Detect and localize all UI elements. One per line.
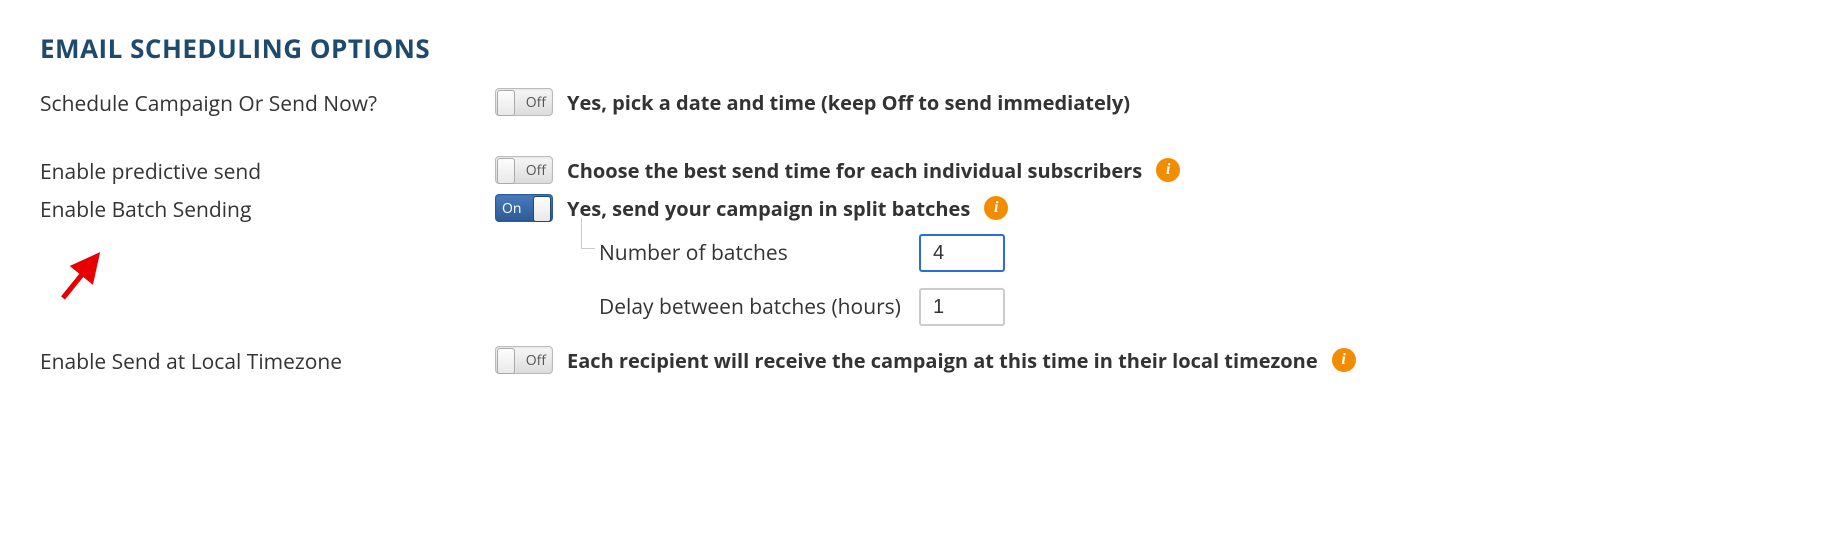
desc-predictive: Choose the best send time for each indiv… (567, 157, 1142, 184)
label-num-batches: Number of batches (599, 239, 919, 267)
row-schedule: Schedule Campaign Or Send Now? Off Yes, … (40, 88, 1784, 118)
info-icon[interactable]: i (1156, 158, 1180, 182)
input-delay[interactable] (919, 288, 1005, 326)
desc-timezone: Each recipient will receive the campaign… (567, 347, 1318, 374)
row-batch: Enable Batch Sending On Yes, send your c… (40, 194, 1784, 224)
info-icon[interactable]: i (1332, 348, 1356, 372)
annotation-arrow-icon (55, 246, 115, 306)
row-predictive: Enable predictive send Off Choose the be… (40, 156, 1784, 186)
input-num-batches[interactable] (919, 234, 1005, 272)
toggle-schedule[interactable]: Off (495, 88, 553, 116)
toggle-predictive[interactable]: Off (495, 156, 553, 184)
toggle-timezone[interactable]: Off (495, 346, 553, 374)
label-timezone: Enable Send at Local Timezone (40, 346, 495, 376)
subrow-delay: Delay between batches (hours) (515, 288, 1784, 326)
section-title: EMAIL SCHEDULING OPTIONS (40, 30, 1784, 66)
info-icon[interactable]: i (984, 196, 1008, 220)
label-delay: Delay between batches (hours) (599, 293, 919, 321)
label-predictive: Enable predictive send (40, 156, 495, 186)
label-schedule: Schedule Campaign Or Send Now? (40, 88, 495, 118)
desc-batch: Yes, send your campaign in split batches (567, 195, 970, 222)
batch-subgroup: Number of batches Delay between batches … (515, 234, 1784, 326)
label-batch: Enable Batch Sending (40, 194, 495, 224)
row-timezone: Enable Send at Local Timezone Off Each r… (40, 346, 1784, 376)
subrow-num-batches: Number of batches (515, 234, 1784, 272)
toggle-batch[interactable]: On (495, 194, 553, 222)
desc-schedule: Yes, pick a date and time (keep Off to s… (567, 89, 1130, 116)
